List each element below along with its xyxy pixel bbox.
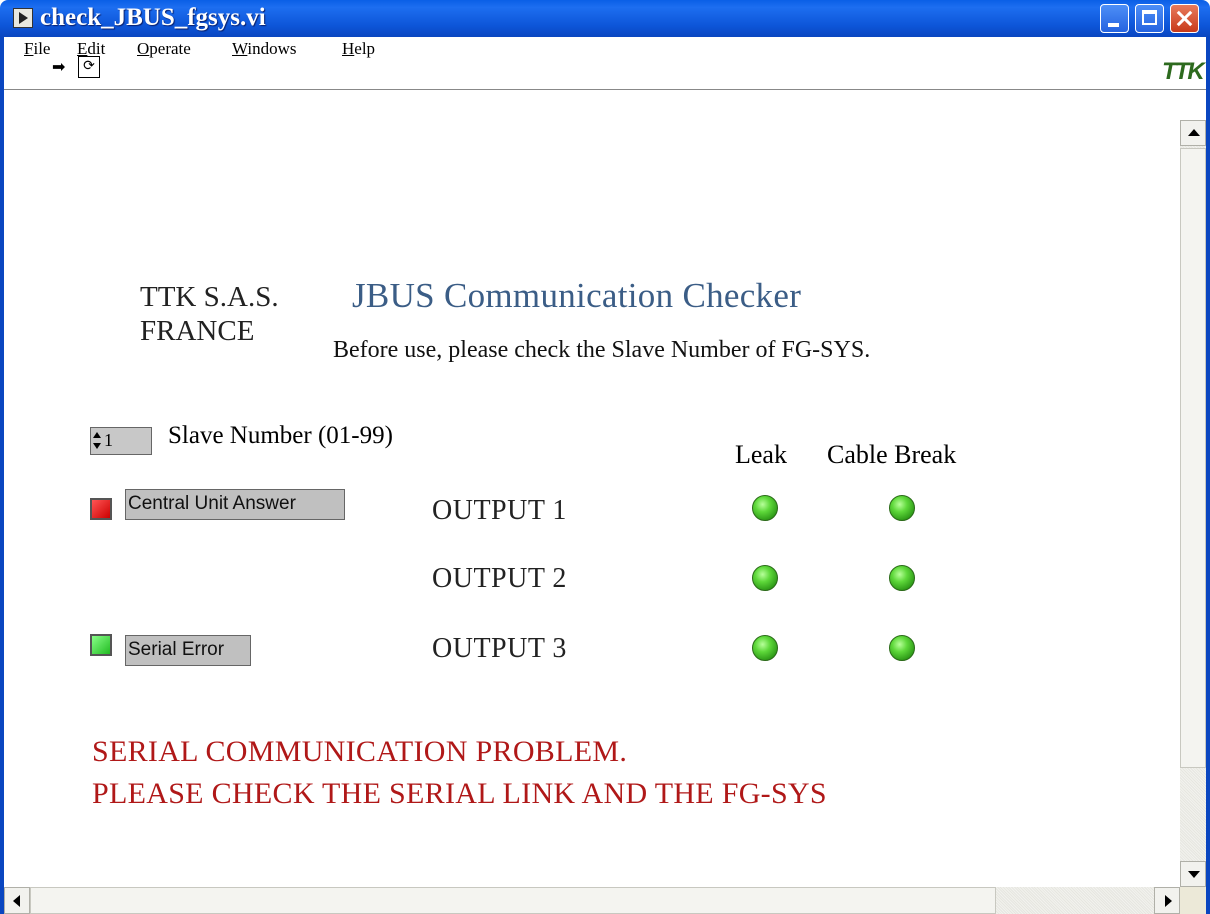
central-unit-answer-label: Central Unit Answer (125, 489, 345, 520)
window-title: check_JBUS_fgsys.vi (40, 4, 266, 31)
slave-number-control[interactable]: 1 (90, 427, 152, 455)
scroll-down-arrow-icon[interactable] (1180, 861, 1206, 887)
company-name: TTK S.A.S. (140, 281, 279, 313)
scrollbar-corner (1180, 887, 1206, 914)
scroll-up-arrow-icon[interactable] (1180, 120, 1206, 146)
menu-bar: File Edit Operate Windows Help (4, 37, 1206, 90)
window-frame-right (1206, 37, 1210, 914)
labview-vi-icon[interactable] (13, 8, 33, 28)
menu-file-label: ile (33, 39, 51, 58)
vertical-scroll-thumb[interactable] (1180, 148, 1206, 768)
vi-window: check_JBUS_fgsys.vi File Edit Operate Wi… (0, 0, 1210, 914)
column-leak: Leak (735, 440, 787, 469)
menu-windows[interactable]: Windows (232, 39, 297, 59)
menu-file[interactable]: File (24, 39, 50, 59)
menu-windows-label: indows (247, 39, 297, 58)
output-2-cable-break-led (889, 565, 915, 591)
maximize-button[interactable] (1135, 4, 1164, 33)
central-unit-answer-indicator[interactable] (90, 498, 112, 520)
menu-help-label: elp (354, 39, 376, 58)
front-panel: TTK S.A.S. FRANCE JBUS Communication Che… (4, 90, 1180, 887)
scroll-left-arrow-icon[interactable] (4, 887, 30, 914)
output-1-leak-led (752, 495, 778, 521)
slave-number-value[interactable]: 1 (104, 430, 113, 451)
scroll-right-arrow-icon[interactable] (1154, 887, 1180, 914)
output-2-label: OUTPUT 2 (432, 563, 567, 594)
horizontal-scroll-thumb[interactable] (30, 887, 996, 914)
output-1-label: OUTPUT 1 (432, 495, 567, 526)
slave-number-label: Slave Number (01-99) (168, 422, 393, 449)
serial-error-indicator[interactable] (90, 634, 112, 656)
instruction-text: Before use, please check the Slave Numbe… (333, 337, 871, 363)
run-continuously-icon[interactable]: ⟳ (78, 56, 100, 78)
output-3-leak-led (752, 635, 778, 661)
error-message-line-2: PLEASE CHECK THE SERIAL LINK AND THE FG-… (92, 777, 827, 810)
menu-operate-label: perate (149, 39, 191, 58)
menu-windows-mnemonic: W (232, 39, 248, 58)
column-cable-break: Cable Break (827, 440, 957, 469)
output-3-label: OUTPUT 3 (432, 633, 567, 664)
company-country: FRANCE (140, 315, 255, 347)
output-1-cable-break-led (889, 495, 915, 521)
spinner-arrows-icon[interactable] (93, 430, 101, 452)
error-message-line-1: SERIAL COMMUNICATION PROBLEM. (92, 735, 628, 768)
output-2-leak-led (752, 565, 778, 591)
ttk-logo: TTK (1162, 58, 1205, 85)
menu-operate[interactable]: Operate (137, 39, 191, 59)
output-3-cable-break-led (889, 635, 915, 661)
menu-operate-mnemonic: O (137, 39, 150, 58)
minimize-button[interactable] (1100, 4, 1129, 33)
app-title: JBUS Communication Checker (352, 276, 802, 315)
title-bar[interactable]: check_JBUS_fgsys.vi (0, 0, 1210, 37)
run-arrow-icon[interactable]: ➡ (52, 60, 74, 76)
menu-help-mnemonic: H (342, 39, 355, 58)
close-button[interactable] (1170, 4, 1199, 33)
menu-help[interactable]: Help (342, 39, 375, 59)
serial-error-label: Serial Error (125, 635, 251, 666)
